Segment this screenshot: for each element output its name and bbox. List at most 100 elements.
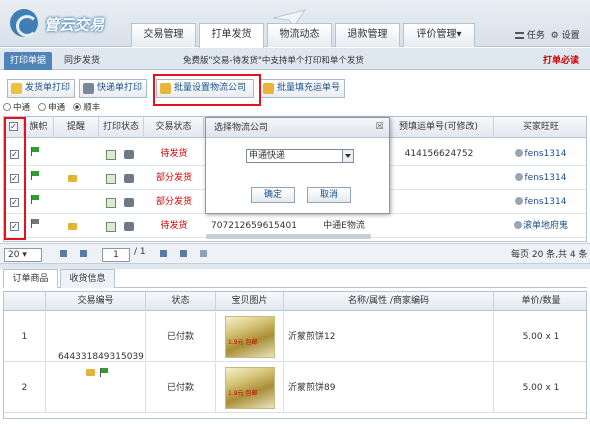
free-version-notice: 免费版"交易-待发货"中支持单个打印和单个发货 (183, 56, 364, 66)
person-icon (515, 149, 524, 157)
print-doc-icon[interactable] (106, 150, 116, 160)
col-image: 宝贝图片 (216, 292, 284, 311)
select-carrier-dialog: 选择物流公司 ☒ 申通快递 确定 取消 (205, 117, 390, 214)
green-flag-icon[interactable] (31, 147, 40, 156)
print-invoice-button[interactable]: 发货单打印 (7, 79, 75, 98)
buyer-name: fens1314 (524, 149, 567, 159)
chevron-down-icon[interactable] (342, 150, 353, 162)
item-price: 5.00 x 1 (522, 332, 560, 342)
prev-page-icon[interactable] (80, 250, 87, 257)
item-name[interactable]: 沂蒙煎饼12 (284, 312, 494, 362)
item-status: 已付款 (146, 363, 216, 413)
trade-number[interactable]: 644331849315039 (58, 352, 144, 362)
print-doc-icon[interactable] (106, 174, 116, 184)
item-status: 已付款 (146, 312, 216, 362)
buyer-name: 滚单地府鬼 (522, 221, 568, 231)
batch-fill-tracking-label: 批量填充运单号 (277, 83, 341, 93)
person-icon (515, 173, 524, 181)
nav-tab-refund[interactable]: 退款管理 (335, 23, 400, 47)
refresh-icon[interactable] (200, 250, 207, 257)
last-page-icon[interactable] (180, 250, 187, 257)
carrier-select-value: 申通快递 (249, 151, 286, 161)
page-input[interactable]: 1 (102, 248, 130, 262)
trade-status: 待发货 (160, 149, 188, 159)
printer-icon[interactable] (124, 174, 134, 183)
note-icon[interactable] (86, 369, 95, 376)
header-right-links: 任务 ⚙ 设置 (515, 28, 580, 41)
note-icon[interactable] (68, 175, 77, 182)
buyer-wangwang[interactable]: fens1314 (494, 142, 586, 166)
first-page-icon[interactable] (60, 250, 67, 257)
print-doc-icon[interactable] (106, 198, 116, 208)
nav-tab-logistics[interactable]: 物流动态 (267, 23, 332, 47)
col-index (4, 292, 46, 311)
col-name: 名称/属性 /商家编码 (284, 292, 494, 311)
green-flag-icon[interactable] (31, 171, 40, 180)
col-buyer: 买家旺旺 (522, 122, 559, 132)
logo-text: 管云交易 (44, 16, 105, 34)
gray-flag-icon[interactable] (31, 219, 40, 228)
nav-tab-review[interactable]: 评价管理▾ (403, 23, 475, 47)
page-size-select[interactable]: 20 ▾ (4, 248, 42, 262)
gear-icon: ⚙ (550, 31, 559, 41)
tracking-number[interactable]: 414156624752 (384, 142, 494, 166)
green-flag-icon[interactable] (31, 195, 40, 204)
item-index: 2 (4, 363, 46, 413)
item-image-cell: 1.9元 包邮 (216, 312, 284, 362)
thumb-text: 1.9元 包邮 (228, 339, 258, 346)
tab-order-items[interactable]: 订单商品 (3, 269, 58, 288)
dialog-title: 选择物流公司 (206, 118, 389, 138)
col-reminder: 提醒 (54, 117, 99, 138)
close-icon[interactable]: ☒ (375, 123, 384, 132)
radio-zhongtong[interactable] (3, 103, 11, 111)
task-link[interactable]: 任务 (527, 31, 545, 41)
order-flags (86, 368, 116, 378)
item-price: 5.00 x 1 (522, 383, 560, 393)
item-image-cell: 1.9元 包邮 (216, 363, 284, 413)
col-status: 状态 (146, 292, 216, 311)
printer-icon[interactable] (124, 198, 134, 207)
settings-link[interactable]: 设置 (562, 31, 580, 41)
tab-shipping-info[interactable]: 收货信息 (60, 269, 115, 288)
person-icon (515, 197, 524, 205)
product-image[interactable]: 1.9元 包邮 (225, 367, 275, 409)
confirm-button[interactable]: 确定 (251, 187, 295, 203)
col-trade-status: 交易状态 (144, 117, 204, 138)
print-doc-icon[interactable] (106, 222, 116, 232)
nav-tab-trade[interactable]: 交易管理 (131, 23, 196, 47)
printer-icon (83, 83, 94, 94)
batch-fill-tracking-button[interactable]: 批量填充运单号 (259, 79, 345, 98)
buyer-name: fens1314 (524, 173, 567, 183)
print-express-button[interactable]: 快递单打印 (79, 79, 147, 98)
radio-shunfeng[interactable] (73, 103, 82, 111)
print-express-label: 快递单打印 (97, 83, 143, 93)
invoice-icon (11, 83, 22, 94)
subtab-sync-shipping[interactable]: 同步发货 (58, 52, 106, 70)
app-logo: 管云交易 (10, 8, 130, 38)
buyer-wangwang[interactable]: fens1314 (494, 190, 586, 214)
trade-status: 部分发货 (155, 197, 192, 207)
must-read-link[interactable]: 打单必读 (543, 52, 579, 70)
printer-icon[interactable] (124, 222, 134, 231)
buyer-wangwang[interactable]: 滚单地府鬼 (494, 214, 586, 238)
horizontal-scrollbar[interactable] (206, 234, 371, 239)
cancel-button[interactable]: 取消 (307, 187, 351, 203)
radio-label: 顺丰 (83, 103, 101, 113)
radio-label: 中通 (13, 103, 31, 113)
buyer-wangwang[interactable]: fens1314 (494, 166, 586, 190)
carrier-radio-group: 中通 申通 顺丰 (3, 101, 100, 113)
item-name[interactable]: 沂蒙煎饼89 (284, 363, 494, 413)
radio-shentong[interactable] (38, 103, 47, 111)
col-price-qty: 单价/数量 (521, 296, 561, 306)
nav-tab-shipping[interactable]: 打单发货 (199, 23, 264, 48)
printer-icon[interactable] (124, 150, 134, 159)
col-order-no: 交易编号 (46, 292, 146, 311)
next-page-icon[interactable] (160, 250, 167, 257)
carrier-select[interactable]: 申通快递 (246, 149, 354, 163)
pager-bar: 20 ▾ 1 / 1 每页 20 条,共 4 条 (0, 243, 590, 264)
subtab-print-docs[interactable]: 打印单据 (4, 52, 52, 70)
green-flag-icon[interactable] (100, 368, 109, 377)
page-size-value: 20 (8, 250, 20, 260)
note-icon[interactable] (68, 223, 77, 230)
product-image[interactable]: 1.9元 包邮 (225, 316, 275, 358)
